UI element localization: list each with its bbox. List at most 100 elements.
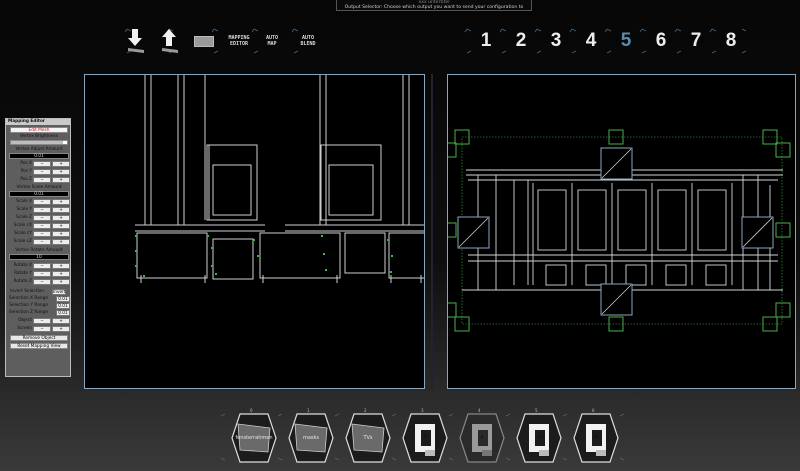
rotate-y-minus-button[interactable]: − [33,271,51,277]
layer-label: fensterrahmen [235,435,273,441]
viewport-divider[interactable] [431,74,433,389]
selection-z-range-field[interactable]: 0.01 [56,310,70,316]
rotate-z-minus-button[interactable]: − [33,279,51,285]
layer-label: 4 [423,435,427,441]
vertex-scale-field[interactable]: 0.01 [9,191,69,197]
layer-label: TVs [363,435,373,441]
selection-x-range-field[interactable]: 0.01 [56,296,70,302]
scale-y-minus-button[interactable]: − [33,207,51,213]
pos-y-minus-button[interactable]: − [33,169,51,175]
remove-object-button[interactable]: Remove Object [10,335,68,341]
scale-cz-label: Scale cZ [13,239,32,244]
scale-cz-minus-button[interactable]: − [33,239,51,245]
source-facade-wireframe [135,75,424,283]
selection-y-range-field[interactable]: 0.01 [56,303,70,309]
output-7-button[interactable]: 7 [685,30,707,52]
layer-index: 0 [250,408,253,413]
mapping-editor-panel: Mapping Editor Edit Mesh Vertex Brightne… [5,118,71,377]
scale-cx-minus-button[interactable]: − [33,223,51,229]
scale-cx-label: Scale cX [13,223,32,228]
selection-z-range-label: Selection Z Range [8,310,48,315]
pos-z-label: Pos Z [20,177,32,182]
layer-thumbnail-1[interactable]: 1 masks [287,408,335,466]
rotate-x-row: Rotate X − + [8,263,70,269]
download-arrow-icon [128,29,144,53]
export-up-button[interactable] [158,28,180,54]
layer-index: 1 [307,408,310,413]
vertex-adjust-field[interactable]: 0.01 [9,153,69,159]
invert-selection-button[interactable]: Invert [52,289,66,295]
selection-x-range-row: Selection X Range 0.01 [8,296,70,302]
layer-thumbnail-0[interactable]: 0 fensterrahmen [230,408,278,466]
layer-index: 6 [592,408,595,413]
output-5-button[interactable]: 5 [615,30,637,52]
output-6-button[interactable]: 6 [650,30,672,52]
object-plus-button[interactable]: + [52,318,70,324]
scale-cy-plus-button[interactable]: + [52,231,70,237]
reset-mapping-view-button[interactable]: Reset Mapping View [10,343,68,349]
tooltip-text: Output Selector: Choose which output you… [344,5,524,10]
edit-mesh-button[interactable]: Edit Mesh [10,127,68,133]
output-viewport[interactable] [447,74,796,389]
output-2-button[interactable]: 2 [510,30,532,52]
output-projection-wireframe [448,129,791,332]
auto-blend-button[interactable]: AUTO BLEND [294,35,322,47]
scale-cy-minus-button[interactable]: − [33,231,51,237]
pos-x-minus-button[interactable]: − [33,161,51,167]
upload-arrow-icon [162,29,178,53]
pos-x-row: Pos X − + [8,161,70,167]
source-viewport[interactable] [84,74,425,389]
mapping-editor-title: Mapping Editor [6,119,70,125]
scale-cz-plus-button[interactable]: + [52,239,70,245]
pos-x-plus-button[interactable]: + [52,161,70,167]
output-4-button[interactable]: 4 [580,30,602,52]
scale-z-minus-button[interactable]: − [33,215,51,221]
mesh-rect-button[interactable] [194,36,214,47]
auto-map-button[interactable]: AUTO MAP [260,35,284,47]
layer-thumbnail-3[interactable]: 3 4 [401,408,449,466]
rotate-x-label: Rotate X [13,263,32,268]
slider-thumb[interactable] [63,141,67,144]
screen-row: Screen − + [8,326,70,332]
vertex-brightness-slider[interactable] [10,140,68,145]
output-8-button[interactable]: 8 [720,30,742,52]
rotate-z-plus-button[interactable]: + [52,279,70,285]
scale-y-label: Scale Y [16,207,32,212]
screen-minus-button[interactable]: − [33,326,51,332]
output-selector-tooltip: xxx untertitel Output Selector: Choose w… [336,0,532,11]
scale-x-minus-button[interactable]: − [33,199,51,205]
vertex-rotate-field[interactable]: 10 [9,254,69,260]
layer-label: 4 [594,435,598,441]
rotate-y-plus-button[interactable]: + [52,271,70,277]
scale-cx-row: Scale cX − + [8,223,70,229]
output-1-button[interactable]: 1 [475,30,497,52]
scale-z-plus-button[interactable]: + [52,215,70,221]
scale-x-row: Scale X − + [8,199,70,205]
layer-index: 4 [478,408,481,413]
screen-label: Screen [17,326,32,331]
scale-cx-plus-button[interactable]: + [52,223,70,229]
layer-thumbnail-4[interactable]: 4 4 [458,408,506,466]
scale-z-label: Scale Z [16,215,32,220]
pos-y-row: Pos Y − + [8,169,70,175]
rotate-x-plus-button[interactable]: + [52,263,70,269]
pos-z-minus-button[interactable]: − [33,177,51,183]
layer-thumbnail-5[interactable]: 5 4 [515,408,563,466]
rotate-z-row: Rotate Z − + [8,279,70,285]
output-3-button[interactable]: 3 [545,30,567,52]
scale-y-plus-button[interactable]: + [52,207,70,213]
pos-y-plus-button[interactable]: + [52,169,70,175]
layer-label: 4 [537,435,541,441]
layer-thumbnail-6[interactable]: 6 4 [572,408,620,466]
import-down-button[interactable] [124,28,146,54]
layer-label: masks [302,435,320,441]
rotate-x-minus-button[interactable]: − [33,263,51,269]
object-minus-button[interactable]: − [33,318,51,324]
rotate-y-label: Rotate Y [13,271,32,276]
scale-x-plus-button[interactable]: + [52,199,70,205]
mapping-editor-button[interactable]: MAPPING EDITOR [222,35,256,47]
screen-plus-button[interactable]: + [52,326,70,332]
pos-z-plus-button[interactable]: + [52,177,70,183]
layer-thumbnail-2[interactable]: 2 TVs [344,408,392,466]
scale-z-row: Scale Z − + [8,215,70,221]
